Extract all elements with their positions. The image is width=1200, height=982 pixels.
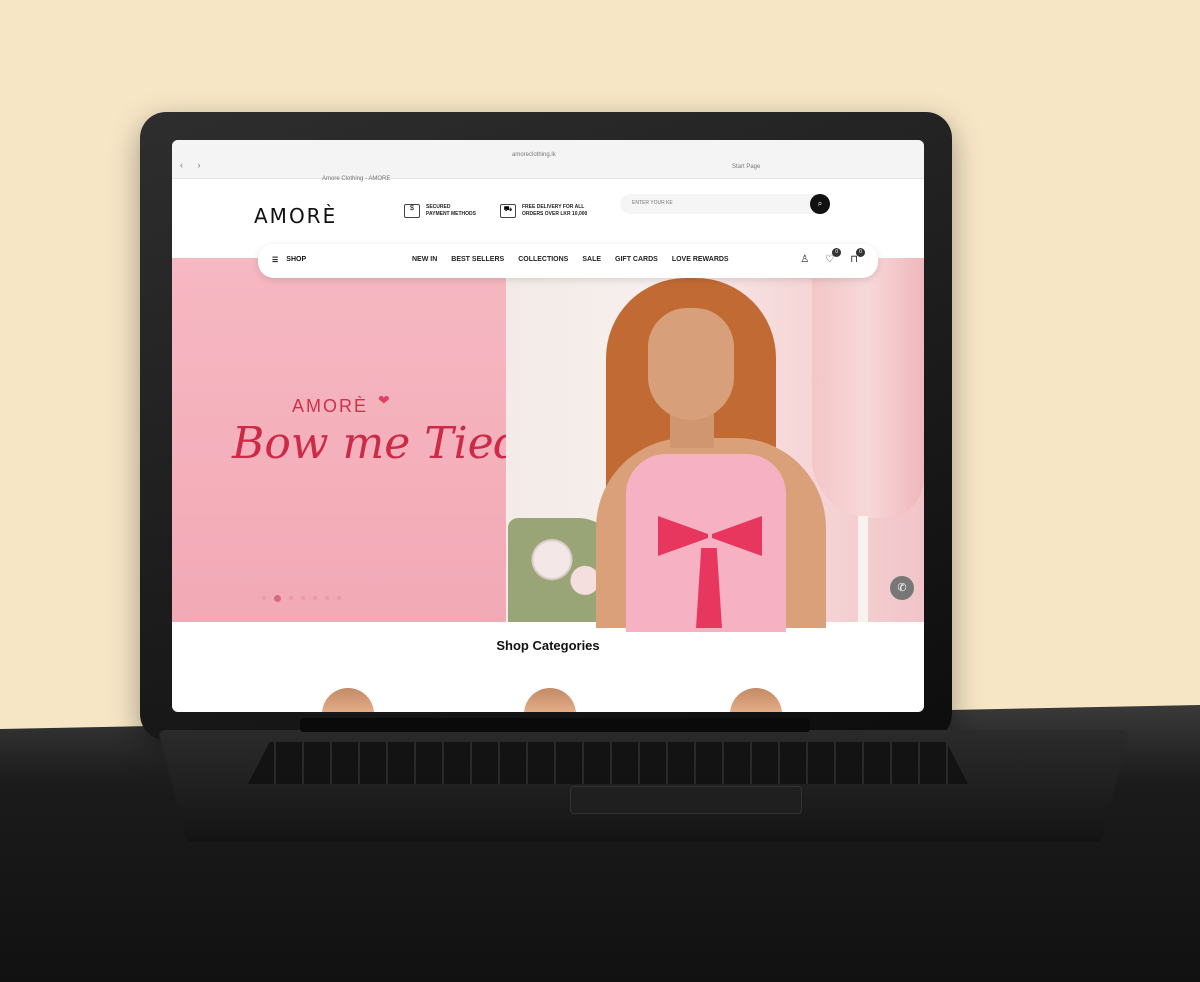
hero-brand: AMORÈ <box>292 396 369 416</box>
search-box: ⌕ <box>620 194 830 214</box>
carousel-dots[interactable] <box>262 595 341 602</box>
secured-payment-info: $ SECURED PAYMENT METHODS <box>404 204 496 218</box>
cart-count: 0 <box>856 248 865 257</box>
carousel-dot[interactable] <box>289 596 293 600</box>
shop-categories-title: Shop Categories <box>496 638 600 653</box>
menu-icon: ☰ <box>272 257 279 264</box>
main-nav: ☰ SHOP NEW IN BEST SELLERS COLLECTIONS S… <box>258 244 878 278</box>
secured-title: SECURED <box>426 204 451 210</box>
nav-links: NEW IN BEST SELLERS COLLECTIONS SALE GIF… <box>412 256 729 263</box>
laptop-screen: ‹ › amoreclothing.lk Amore Clothing - AM… <box>172 140 924 712</box>
hero-headline: Bow me Tied <box>232 418 522 469</box>
cart-icon[interactable]: ⊓ 0 <box>850 248 865 265</box>
nav-link-new-in[interactable]: NEW IN <box>412 256 437 263</box>
nav-link-sale[interactable]: SALE <box>582 256 601 263</box>
laptop-keyboard <box>248 742 968 784</box>
shield-icon: $ <box>404 204 420 218</box>
hero-pink-panel: AMORÈ ❤ Bow me Tied <box>172 258 522 622</box>
browser-nav-arrows[interactable]: ‹ › <box>180 160 207 170</box>
laptop-trackpad <box>570 786 802 814</box>
truck-icon: ⛟ <box>500 204 516 218</box>
hero-model-image <box>586 278 856 632</box>
shop-label: SHOP <box>286 256 307 263</box>
browser-start-page[interactable]: Start Page <box>732 164 760 170</box>
nav-icons: ♙ ♡ 0 ⊓ 0 <box>800 248 865 265</box>
wishlist-count: 0 <box>832 248 842 257</box>
laptop-hinge <box>300 718 810 732</box>
nav-link-gift-cards[interactable]: GIFT CARDS <box>615 256 658 263</box>
category-thumbnail[interactable] <box>524 688 576 712</box>
search-icon[interactable]: ⌕ <box>810 194 830 214</box>
carousel-dot-active[interactable] <box>274 595 281 602</box>
delivery-title: FREE DELIVERY FOR ALL <box>522 204 585 210</box>
hero-banner[interactable]: AMORÈ ❤ Bow me Tied <box>172 258 924 632</box>
delivery-sub: ORDERS OVER LKR 10,000 <box>522 211 588 217</box>
nav-link-collections[interactable]: COLLECTIONS <box>518 256 568 263</box>
carousel-dot[interactable] <box>337 596 341 600</box>
site-header: AMORÈ $ SECURED PAYMENT METHODS ⛟ FREE D… <box>172 182 924 244</box>
shop-menu-button[interactable]: ☰ SHOP <box>272 256 306 264</box>
browser-toolbar: ‹ › amoreclothing.lk Amore Clothing - AM… <box>172 140 924 182</box>
nav-link-best-sellers[interactable]: BEST SELLERS <box>451 256 504 263</box>
carousel-dot[interactable] <box>301 596 305 600</box>
nav-link-love-rewards[interactable]: LOVE REWARDS <box>672 256 729 263</box>
category-thumbnail[interactable] <box>730 688 782 712</box>
carousel-dot[interactable] <box>262 596 266 600</box>
site-logo[interactable]: AMORÈ <box>254 204 337 228</box>
heart-icon: ❤ <box>378 392 390 408</box>
search-input[interactable] <box>630 199 804 207</box>
user-icon[interactable]: ♙ <box>800 254 809 265</box>
secured-sub: PAYMENT METHODS <box>426 211 477 217</box>
browser-url[interactable]: amoreclothing.lk <box>512 152 556 158</box>
wishlist-icon[interactable]: ♡ 0 <box>825 248 842 265</box>
carousel-dot[interactable] <box>325 596 329 600</box>
candle <box>858 516 868 622</box>
whatsapp-icon[interactable]: ✆ <box>890 576 914 600</box>
category-thumbnail[interactable] <box>322 688 374 712</box>
free-delivery-info: ⛟ FREE DELIVERY FOR ALL ORDERS OVER LKR … <box>500 204 592 218</box>
carousel-dot[interactable] <box>313 596 317 600</box>
